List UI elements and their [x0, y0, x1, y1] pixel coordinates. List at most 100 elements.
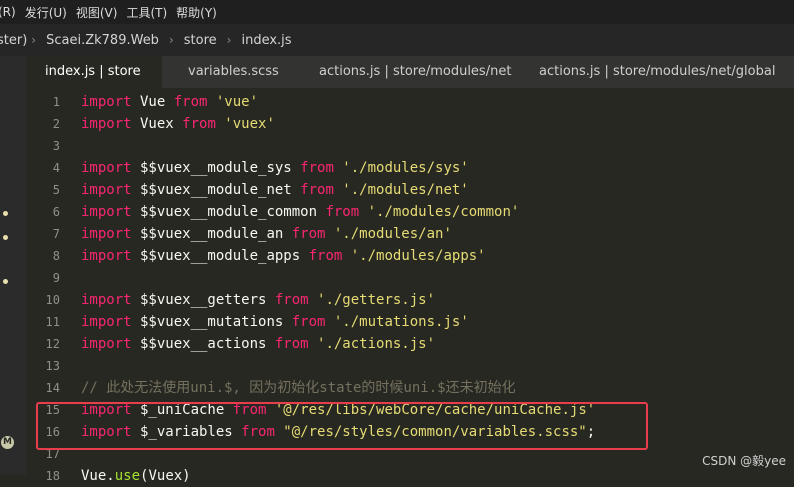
code-token: $_uniCache [131, 402, 233, 418]
code-token: Vuex [131, 116, 183, 132]
code-token: from [173, 94, 208, 110]
breadcrumb-item-file[interactable]: index.js [241, 33, 291, 48]
line-number: 6 [52, 205, 60, 219]
left-gutter-strip: M [0, 56, 26, 475]
code-token: $$vuex__getters [131, 292, 275, 308]
code-line[interactable]: 4 import $$vuex__module_sys from './modul… [26, 157, 794, 179]
code-token: from [325, 204, 360, 220]
code-text: import $$vuex__module_apps from './modul… [81, 245, 486, 267]
code-line[interactable]: 8 import $$vuex__module_apps from './modu… [26, 245, 794, 267]
code-line[interactable]: 16 import $_variables from "@/res/styles/… [26, 421, 794, 443]
menu-item-run[interactable]: (R) [0, 5, 25, 19]
line-number: 2 [52, 117, 60, 131]
code-token: import [81, 336, 132, 352]
code-token: $$vuex__module_sys [131, 160, 301, 176]
line-number: 5 [52, 183, 60, 197]
tab-actions-net[interactable]: actions.js | store/modules/net [294, 56, 514, 88]
code-line[interactable]: 3 [26, 135, 794, 157]
code-token: from [291, 226, 326, 242]
code-text: // 此处无法使用uni.$, 因为初始化state的时候uni.$还未初始化 [81, 377, 516, 399]
code-token: './getters.js' [308, 292, 436, 308]
code-line[interactable]: 18 Vue.use(Vuex) [26, 465, 794, 487]
code-token: 'vue' [207, 94, 259, 110]
menu-item-publish[interactable]: 发行(U) [25, 4, 76, 21]
code-line[interactable]: 10 import $$vuex__getters from './getters… [26, 289, 794, 311]
code-line[interactable]: 11 import $$vuex__mutations from './mutat… [26, 311, 794, 333]
git-modified-badge-icon: M [1, 436, 14, 449]
line-number: 10 [45, 293, 60, 307]
code-token: $$vuex__module_apps [131, 248, 309, 264]
code-token: $$vuex__module_net [131, 182, 301, 198]
code-token: $$vuex__mutations [131, 314, 292, 330]
code-line[interactable]: 15 import $_uniCache from '@/res/libs/web… [26, 399, 794, 421]
line-number: 13 [45, 359, 60, 373]
line-number: 11 [45, 315, 60, 329]
code-token: import [81, 226, 132, 242]
line-number: 14 [45, 381, 60, 395]
code-line[interactable]: 17 [26, 443, 794, 465]
menu-item-tools[interactable]: 工具(T) [126, 4, 176, 21]
tab-variables-scss[interactable]: variables.scss [162, 56, 294, 88]
line-number: 15 [45, 403, 60, 417]
code-editor[interactable]: 1 import Vue from 'vue' 2 import Vuex from … [26, 88, 794, 484]
line-number: 4 [52, 161, 60, 175]
chevron-right-icon: › [226, 33, 232, 47]
code-line[interactable]: 6 import $$vuex__module_common from './mo… [26, 201, 794, 223]
tab-index-js[interactable]: index.js | store [26, 56, 162, 88]
tab-bar: index.js | store variables.scss actions.… [26, 56, 794, 88]
code-token: './modules/common' [359, 204, 520, 220]
code-line[interactable]: 12 import $$vuex__actions from './actions… [26, 333, 794, 355]
menu-item-help[interactable]: 帮助(Y) [176, 4, 226, 21]
code-token: import [81, 204, 132, 220]
code-token: from [274, 336, 309, 352]
code-token: import [81, 94, 132, 110]
code-token: import [81, 292, 132, 308]
code-token: (Vuex) [140, 468, 191, 484]
breadcrumb-item-project[interactable]: Scaei.Zk789.Web [46, 33, 159, 48]
code-token: Vue [131, 94, 174, 110]
code-token: import [81, 160, 132, 176]
code-line[interactable]: 2 import Vuex from 'vuex' [26, 113, 794, 135]
code-line[interactable]: 13 [26, 355, 794, 377]
code-token: from [182, 116, 216, 132]
code-token: // 此处无法使用uni.$, 因为初始化state的时候uni.$还未初始化 [81, 380, 516, 396]
code-text: import Vuex from 'vuex' [81, 113, 275, 135]
breadcrumb-item-project-suffix[interactable]: ster) [0, 33, 27, 48]
line-number: 9 [52, 271, 60, 285]
code-line[interactable]: 7 import $$vuex__module_an from './module… [26, 223, 794, 245]
code-token: from [274, 292, 309, 308]
code-token: from [241, 424, 275, 440]
code-line[interactable]: 9 [26, 267, 794, 289]
code-token: import [81, 116, 132, 132]
code-token: from [308, 248, 343, 264]
chevron-right-icon: › [168, 33, 174, 47]
code-token: import [81, 314, 132, 330]
code-line[interactable]: 1 import Vue from 'vue' [26, 91, 794, 113]
code-token: import [81, 182, 132, 198]
code-token: use [114, 468, 141, 484]
code-token: './modules/sys' [333, 160, 469, 176]
menu-item-view[interactable]: 视图(V) [76, 4, 127, 21]
code-token: './actions.js' [308, 336, 436, 352]
code-line[interactable]: 5 import $$vuex__module_net from './modul… [26, 179, 794, 201]
watermark: CSDN @毅yee [702, 454, 786, 468]
code-token: from [300, 182, 334, 198]
code-text: import $$vuex__module_sys from './module… [81, 157, 469, 179]
breadcrumb-item-folder[interactable]: store [184, 33, 217, 48]
code-text: import Vue from 'vue' [81, 91, 258, 113]
breadcrumb: ster) › Scaei.Zk789.Web › store › index.… [0, 24, 794, 56]
code-token: '@/res/libs/webCore/cache/uniCache.js' [266, 402, 596, 418]
line-number: 7 [52, 227, 60, 241]
code-text: import $$vuex__mutations from './mutatio… [81, 311, 469, 333]
code-token: from [232, 402, 267, 418]
code-token: './modules/an' [325, 226, 452, 242]
code-line[interactable]: 14 // 此处无法使用uni.$, 因为初始化state的时候uni.$还未初始… [26, 377, 794, 399]
tab-actions-net-global[interactable]: actions.js | store/modules/net/global [514, 56, 794, 88]
code-text: import $$vuex__actions from './actions.j… [81, 333, 435, 355]
code-text: import $$vuex__module_net from './module… [81, 179, 469, 201]
code-token: $$vuex__actions [131, 336, 275, 352]
code-token: import [81, 248, 132, 264]
line-number: 18 [45, 469, 60, 483]
code-text: import $$vuex__getters from './getters.j… [81, 289, 435, 311]
code-token: 'vuex' [215, 116, 275, 132]
